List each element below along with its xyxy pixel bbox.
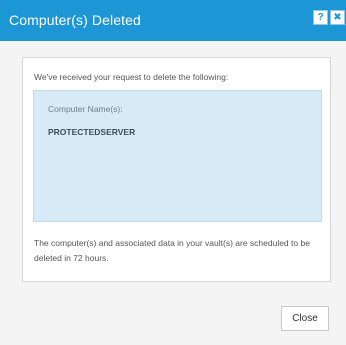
computer-name-label: Computer Name(s): — [48, 104, 123, 114]
computer-name-value: PROTECTEDSERVER — [48, 127, 136, 137]
dialog-title-bar: Computer(s) Deleted ? ✖ — [0, 0, 346, 41]
deletion-notice: The computer(s) and associated data in y… — [34, 238, 310, 263]
close-icon[interactable]: ✖ — [330, 10, 345, 25]
computer-deleted-dialog: Computer(s) Deleted ? ✖ We've received y… — [0, 0, 346, 345]
dialog-content-panel: We've received your request to delete th… — [22, 57, 331, 282]
intro-text: We've received your request to delete th… — [34, 72, 229, 82]
close-button[interactable]: Close — [281, 306, 329, 331]
help-icon[interactable]: ? — [313, 10, 328, 25]
dialog-title: Computer(s) Deleted — [9, 12, 141, 28]
computer-info-box: Computer Name(s): PROTECTEDSERVER — [33, 90, 322, 222]
